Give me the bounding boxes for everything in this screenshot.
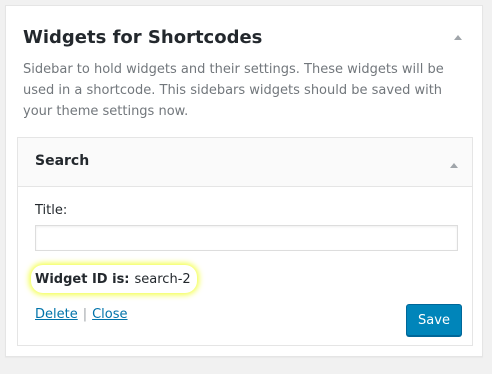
- widget-id-label: Widget ID is:: [35, 271, 130, 287]
- widget-actions: Delete | Close: [35, 307, 128, 322]
- save-button[interactable]: Save: [406, 304, 462, 336]
- widget-body: Title: Widget ID is: search-2 Delete | Clo…: [18, 187, 472, 347]
- widget-header[interactable]: Search: [18, 138, 472, 187]
- title-field-label: Title:: [35, 203, 68, 218]
- sidebar-title: Widgets for Shortcodes: [23, 27, 263, 48]
- close-link[interactable]: Close: [92, 307, 127, 322]
- sidebar-collapse-arrow-icon[interactable]: [452, 28, 464, 40]
- widget-id-value: search-2: [134, 271, 191, 287]
- sidebar-panel: Widgets for Shortcodes Sidebar to hold w…: [5, 5, 483, 357]
- widget-title: Search: [35, 153, 90, 169]
- action-separator: |: [82, 307, 88, 322]
- widget-id-highlight: Widget ID is: search-2: [31, 265, 197, 293]
- title-input[interactable]: [35, 225, 458, 251]
- widget-collapse-arrow-icon[interactable]: [448, 156, 460, 168]
- search-widget: Search Title: Widget ID is: search-2 Del…: [17, 137, 473, 346]
- delete-link[interactable]: Delete: [35, 307, 78, 322]
- sidebar-description: Sidebar to hold widgets and their settin…: [23, 62, 444, 119]
